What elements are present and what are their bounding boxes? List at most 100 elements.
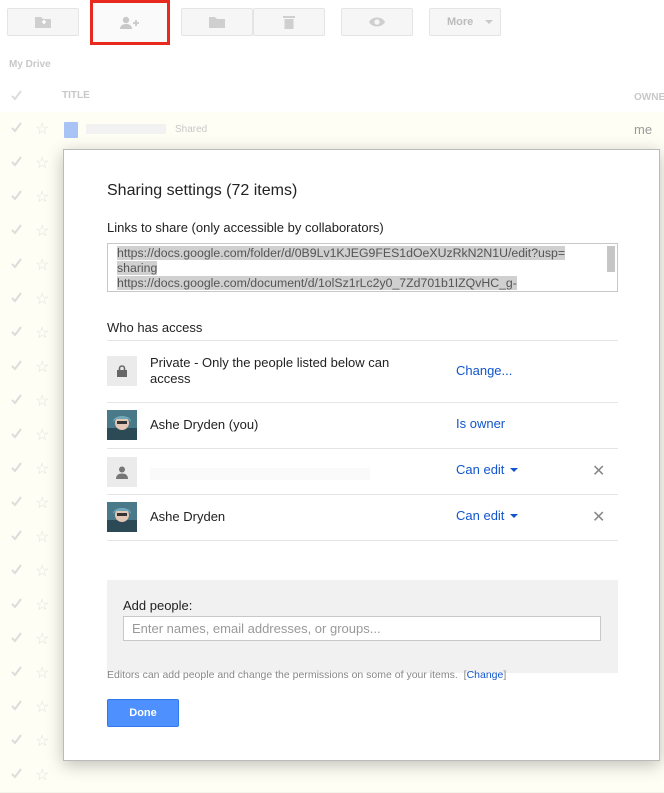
column-owner[interactable]: OWNE xyxy=(634,92,664,103)
star-icon[interactable]: ☆ xyxy=(35,697,49,717)
row-checkbox[interactable] xyxy=(10,393,23,406)
add-person-icon xyxy=(120,16,139,29)
permission-label: Can edit xyxy=(456,462,505,477)
row-checkbox[interactable] xyxy=(10,563,23,576)
star-icon[interactable]: ☆ xyxy=(35,323,49,343)
row-checkbox[interactable] xyxy=(10,631,23,644)
row-checkbox[interactable] xyxy=(10,291,23,304)
star-icon[interactable]: ☆ xyxy=(35,459,49,479)
list-header xyxy=(0,80,664,113)
divider xyxy=(107,448,618,449)
divider xyxy=(107,540,618,541)
links-label: Links to share (only accessible by colla… xyxy=(107,220,384,235)
star-icon[interactable]: ☆ xyxy=(35,357,49,377)
star-icon[interactable]: ☆ xyxy=(35,289,49,309)
folder-icon xyxy=(209,16,225,28)
row-checkbox[interactable] xyxy=(10,767,23,780)
avatar xyxy=(107,502,137,532)
star-icon[interactable]: ☆ xyxy=(35,119,49,139)
access-private-label: Private - Only the people listed below c… xyxy=(150,355,390,386)
dialog-title: Sharing settings (72 items) xyxy=(107,182,298,199)
caret-down-icon xyxy=(510,514,519,518)
remove-collaborator-icon[interactable]: ✕ xyxy=(592,510,605,526)
document-icon xyxy=(64,122,78,138)
add-people-panel: Add people: xyxy=(107,580,618,673)
owner-role: Is owner xyxy=(456,416,506,431)
star-icon[interactable]: ☆ xyxy=(35,731,49,751)
sharing-settings-dialog: Sharing settings (72 items) Links to sha… xyxy=(63,149,660,761)
select-all-checkbox[interactable] xyxy=(10,89,23,102)
star-icon[interactable]: ☆ xyxy=(35,595,49,615)
eye-icon xyxy=(369,17,385,27)
trash-icon xyxy=(283,16,295,29)
star-icon[interactable]: ☆ xyxy=(35,221,49,241)
permission-dropdown[interactable]: Can edit xyxy=(456,508,519,524)
star-icon[interactable]: ☆ xyxy=(35,255,49,275)
owner-name: Ashe Dryden (you) xyxy=(150,417,259,432)
change-visibility-link[interactable]: Change... xyxy=(456,363,512,379)
collaborator-name: Ashe Dryden xyxy=(150,509,226,524)
more-label: More xyxy=(447,16,474,28)
add-people-label: Add people: xyxy=(123,598,193,613)
star-icon[interactable]: ☆ xyxy=(35,153,49,173)
permission-dropdown[interactable]: Can edit xyxy=(456,462,519,478)
breadcrumb[interactable]: My Drive xyxy=(9,59,51,70)
preview-button[interactable] xyxy=(341,8,413,36)
file-name-redacted xyxy=(86,124,166,134)
drive-toolbar: More xyxy=(0,0,664,50)
divider xyxy=(107,494,618,495)
delete-button[interactable] xyxy=(253,8,325,36)
row-checkbox[interactable] xyxy=(10,461,23,474)
row-checkbox[interactable] xyxy=(10,223,23,236)
star-icon[interactable]: ☆ xyxy=(35,425,49,445)
row-checkbox[interactable] xyxy=(10,155,23,168)
chevron-down-icon xyxy=(485,20,494,24)
row-checkbox[interactable] xyxy=(10,325,23,338)
new-folder-icon xyxy=(35,17,51,28)
row-checkbox[interactable] xyxy=(10,257,23,270)
row-checkbox[interactable] xyxy=(10,189,23,202)
shared-label: Shared xyxy=(175,124,208,135)
row-checkbox[interactable] xyxy=(10,733,23,746)
new-folder-button[interactable] xyxy=(7,8,79,36)
row-checkbox[interactable] xyxy=(10,427,23,440)
avatar xyxy=(107,410,137,440)
row-checkbox[interactable] xyxy=(10,699,23,712)
links-text: https://docs.google.com/folder/d/0B9Lv1K… xyxy=(117,246,569,291)
remove-collaborator-icon[interactable]: ✕ xyxy=(592,464,605,480)
column-title[interactable]: TITLE xyxy=(62,90,90,101)
share-button-highlight[interactable] xyxy=(90,0,170,45)
editors-note-text: Editors can add people and change the pe… xyxy=(107,669,458,681)
more-menu-button[interactable]: More xyxy=(429,8,501,36)
scrollbar[interactable] xyxy=(607,246,615,272)
star-icon[interactable]: ☆ xyxy=(35,629,49,649)
editors-change-link[interactable]: Change xyxy=(467,669,504,681)
star-icon[interactable]: ☆ xyxy=(35,527,49,547)
row-checkbox[interactable] xyxy=(10,597,23,610)
star-icon[interactable]: ☆ xyxy=(35,663,49,683)
who-has-access-label: Who has access xyxy=(107,320,203,335)
move-to-folder-button[interactable] xyxy=(181,8,253,36)
row-checkbox[interactable] xyxy=(10,121,23,134)
permission-label: Can edit xyxy=(456,508,505,523)
add-people-input[interactable] xyxy=(123,616,601,641)
row-checkbox[interactable] xyxy=(10,665,23,678)
table-row[interactable]: ☆ xyxy=(0,758,664,793)
collaborator-name-redacted xyxy=(150,468,370,480)
divider xyxy=(107,402,618,403)
owner-label: me xyxy=(634,122,653,137)
row-checkbox[interactable] xyxy=(10,495,23,508)
row-checkbox[interactable] xyxy=(10,359,23,372)
divider xyxy=(107,340,618,341)
star-icon[interactable]: ☆ xyxy=(35,765,49,785)
star-icon[interactable]: ☆ xyxy=(35,391,49,411)
person-icon xyxy=(107,457,137,487)
links-textarea[interactable]: https://docs.google.com/folder/d/0B9Lv1K… xyxy=(107,243,618,292)
row-checkbox[interactable] xyxy=(10,529,23,542)
editors-note: Editors can add people and change the pe… xyxy=(107,669,507,681)
star-icon[interactable]: ☆ xyxy=(35,561,49,581)
caret-down-icon xyxy=(510,468,519,472)
star-icon[interactable]: ☆ xyxy=(35,493,49,513)
done-button[interactable]: Done xyxy=(107,699,179,727)
star-icon[interactable]: ☆ xyxy=(35,187,49,207)
